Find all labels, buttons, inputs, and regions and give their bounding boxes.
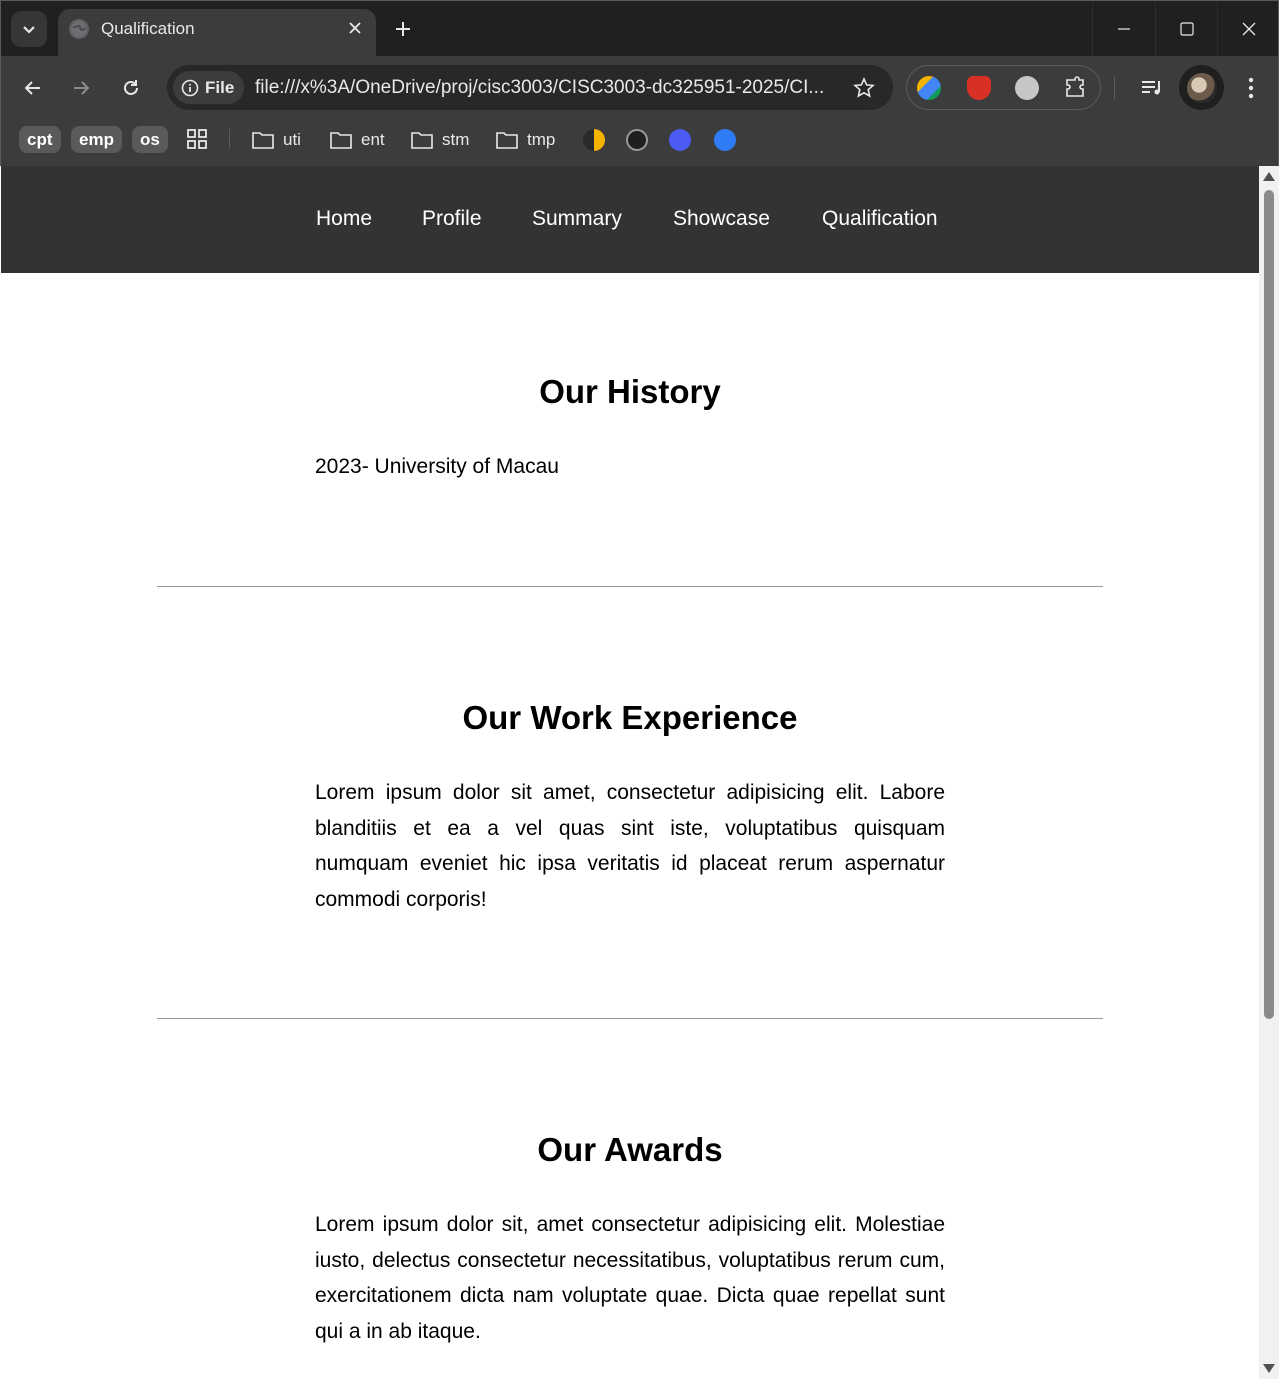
nav-link-profile[interactable]: Profile xyxy=(422,207,482,231)
nav-link-summary[interactable]: Summary xyxy=(532,207,622,231)
folder-icon xyxy=(411,131,433,149)
shield-icon[interactable] xyxy=(967,76,991,100)
close-icon xyxy=(1242,22,1256,35)
bookmark-site-4-icon[interactable] xyxy=(714,129,736,151)
info-icon xyxy=(181,79,199,96)
bookmarks-bar: cpt emp os uti ent stm tmp xyxy=(1,119,1278,159)
puzzle-icon[interactable] xyxy=(1063,76,1087,100)
bookmark-folder-ent[interactable]: ent xyxy=(329,126,385,153)
nav-link-qualification[interactable]: Qualification xyxy=(822,207,938,231)
kebab-menu-icon[interactable] xyxy=(1239,75,1263,101)
folder-icon xyxy=(496,131,518,149)
folder-icon xyxy=(252,131,274,149)
extension-1-icon[interactable] xyxy=(917,76,941,100)
close-window-button[interactable] xyxy=(1217,1,1279,56)
arrow-right-icon xyxy=(74,81,90,95)
work-experience-text: Lorem ipsum dolor sit amet, consectetur … xyxy=(315,781,945,911)
media-queue-icon[interactable] xyxy=(1139,75,1165,101)
browser-chrome: Qualification File file:///x%3A/OneDrive… xyxy=(0,0,1279,166)
scrollbar-thumb[interactable] xyxy=(1264,190,1274,1019)
plus-icon xyxy=(396,22,410,36)
tab-strip: Qualification xyxy=(1,1,1278,56)
bookmark-emp[interactable]: emp xyxy=(71,126,122,153)
scroll-down-arrow-icon[interactable] xyxy=(1263,1364,1275,1373)
forward-button[interactable] xyxy=(64,71,98,105)
history-text: 2023- University of Macau xyxy=(315,455,559,478)
new-tab-button[interactable] xyxy=(387,13,419,45)
active-tab[interactable]: Qualification xyxy=(58,9,376,56)
reload-button[interactable] xyxy=(114,71,148,105)
bookmarks-separator xyxy=(229,129,230,149)
history-heading: Our History xyxy=(539,373,721,410)
bookmark-os[interactable]: os xyxy=(132,126,168,153)
extension-3-icon[interactable] xyxy=(1015,76,1039,100)
bookmark-folder-stm[interactable]: stm xyxy=(410,126,469,153)
github-icon[interactable] xyxy=(626,129,648,151)
site-chip-label: File xyxy=(205,77,235,97)
awards-heading: Our Awards xyxy=(537,1131,723,1168)
awards-text: Lorem ipsum dolor sit, amet consectetur … xyxy=(315,1213,945,1343)
minimize-button[interactable] xyxy=(1092,1,1155,56)
bookmark-cpt[interactable]: cpt xyxy=(19,126,61,153)
site-info-chip[interactable]: File xyxy=(173,71,245,104)
close-icon xyxy=(349,22,361,34)
profile-avatar[interactable] xyxy=(1179,65,1224,110)
bookmark-folder-uti[interactable]: uti xyxy=(251,126,301,153)
extensions-group xyxy=(906,65,1101,110)
chevron-down-icon xyxy=(23,26,35,34)
folder-icon xyxy=(330,131,352,149)
minimize-icon xyxy=(1118,27,1130,30)
scroll-up-arrow-icon[interactable] xyxy=(1263,172,1275,181)
apps-grid-icon[interactable] xyxy=(186,128,208,150)
maximize-icon xyxy=(1180,21,1194,36)
tab-title: Qualification xyxy=(101,19,195,38)
bookmark-folder-label: tmp xyxy=(527,129,556,149)
nav-link-home[interactable]: Home xyxy=(316,207,372,231)
maximize-button[interactable] xyxy=(1155,1,1218,56)
tab-close-button[interactable] xyxy=(344,17,366,39)
avatar-image xyxy=(1186,72,1217,103)
section-divider xyxy=(157,1018,1103,1019)
star-icon[interactable] xyxy=(853,77,875,99)
bookmark-folder-label: uti xyxy=(283,129,301,149)
address-bar[interactable]: File file:///x%3A/OneDrive/proj/cisc3003… xyxy=(167,65,893,110)
page-scrollbar[interactable] xyxy=(1259,166,1279,1379)
work-experience-heading: Our Work Experience xyxy=(462,699,798,736)
reload-icon xyxy=(124,80,138,95)
browser-toolbar: File file:///x%3A/OneDrive/proj/cisc3003… xyxy=(1,56,1278,119)
bookmark-folder-tmp[interactable]: tmp xyxy=(495,126,555,153)
bookmark-site-1-icon[interactable] xyxy=(583,129,605,151)
bookmark-folder-label: ent xyxy=(361,129,385,149)
site-navbar: Home Profile Summary Showcase Qualificat… xyxy=(1,166,1259,273)
globe-icon xyxy=(69,19,89,39)
bookmark-site-3-icon[interactable] xyxy=(669,129,691,151)
page-viewport: Home Profile Summary Showcase Qualificat… xyxy=(1,166,1259,1379)
toolbar-separator xyxy=(1114,76,1115,100)
tab-search-button[interactable] xyxy=(11,11,47,47)
arrow-left-icon xyxy=(24,81,40,95)
back-button[interactable] xyxy=(16,71,50,105)
bookmark-folder-label: stm xyxy=(442,129,470,149)
nav-link-showcase[interactable]: Showcase xyxy=(673,207,770,231)
url-text[interactable]: file:///x%3A/OneDrive/proj/cisc3003/CISC… xyxy=(255,77,845,99)
section-divider xyxy=(157,586,1103,587)
